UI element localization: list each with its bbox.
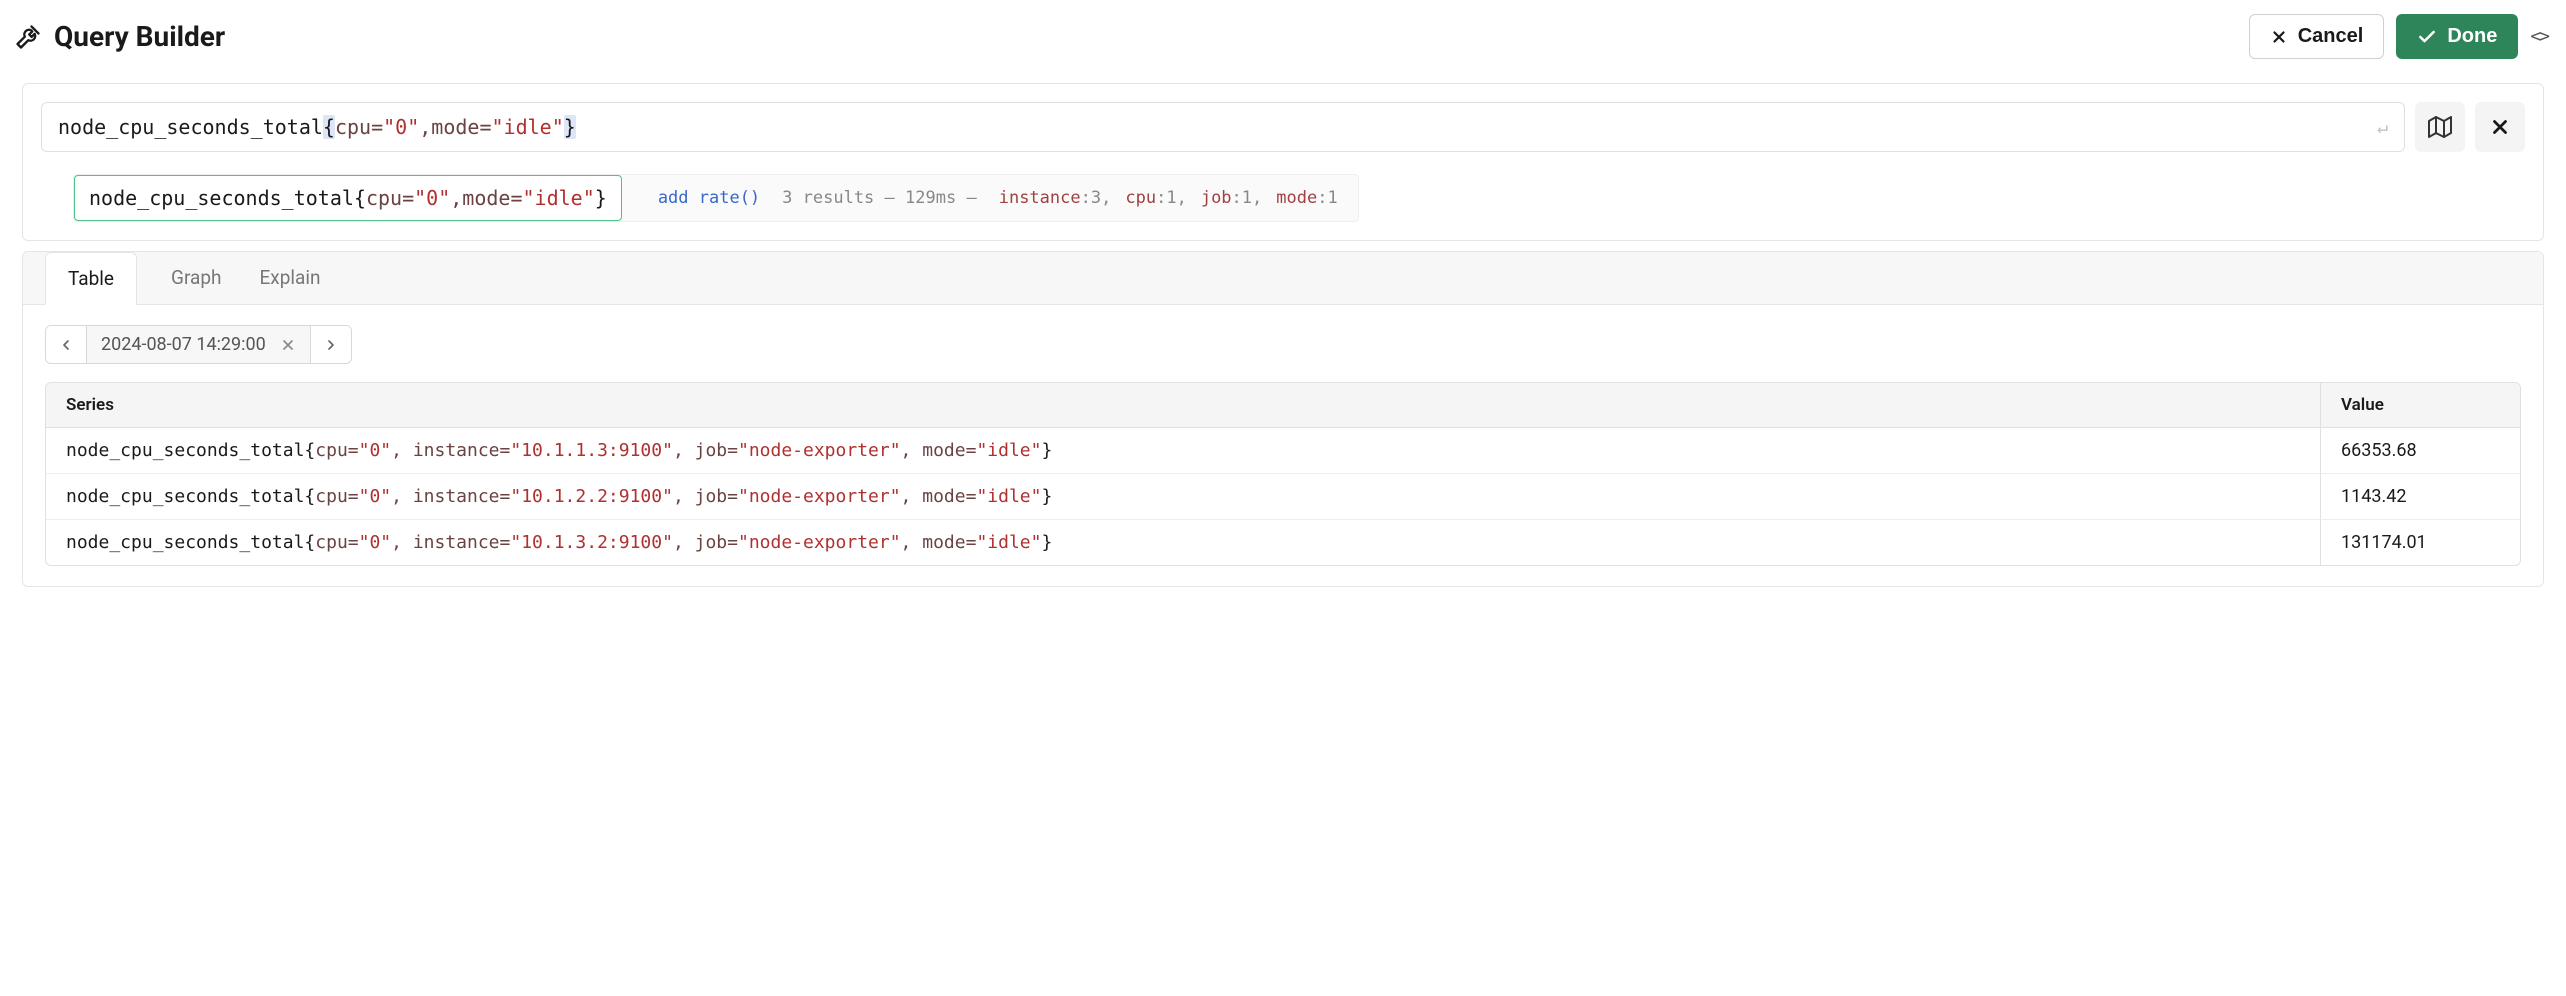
label-count: cpu:1, [1125, 188, 1186, 208]
query-expression: node_cpu_seconds_total{cpu="0",mode="idl… [58, 115, 576, 139]
query-section: node_cpu_seconds_total{cpu="0",mode="idl… [22, 83, 2544, 241]
value-cell: 1143.42 [2320, 474, 2520, 520]
value-cell: 131174.01 [2320, 520, 2520, 565]
date-value: 2024-08-07 14:29:00 [101, 334, 266, 355]
table-row: node_cpu_seconds_total{cpu="0", instance… [46, 428, 2520, 474]
cancel-label: Cancel [2298, 25, 2364, 48]
header-left: Query Builder [14, 20, 225, 53]
col-series: Series [46, 383, 2320, 428]
tab-explain[interactable]: Explain [255, 252, 324, 304]
label-count: job:1, [1201, 188, 1262, 208]
subquery-chip[interactable]: node_cpu_seconds_total{cpu="0",mode="idl… [74, 175, 622, 221]
label-counts: instance:3, cpu:1, job:1, mode:1 [999, 188, 1338, 208]
date-nav: 2024-08-07 14:29:00 [45, 325, 352, 364]
date-next-button[interactable] [311, 326, 351, 363]
series-cell: node_cpu_seconds_total{cpu="0", instance… [46, 520, 2320, 565]
enter-icon: ↵ [2377, 117, 2388, 138]
check-icon [2417, 27, 2437, 47]
date-clear-button[interactable] [280, 337, 296, 353]
query-input[interactable]: node_cpu_seconds_total{cpu="0",mode="idl… [41, 102, 2405, 152]
results-body: 2024-08-07 14:29:00 Series Value node_cp… [23, 305, 2543, 586]
series-cell: node_cpu_seconds_total{cpu="0", instance… [46, 474, 2320, 520]
tools-icon [14, 23, 42, 51]
done-label: Done [2447, 25, 2497, 48]
tab-table[interactable]: Table [45, 252, 137, 305]
tabs: Table Graph Explain [23, 252, 2543, 305]
table-row: node_cpu_seconds_total{cpu="0", instance… [46, 520, 2520, 565]
subquery-row: node_cpu_seconds_total{cpu="0",mode="idl… [41, 174, 2525, 222]
code-toggle-icon[interactable]: <> [2530, 26, 2548, 47]
results-summary: 3 results – 129ms – [782, 188, 977, 208]
results-section: Table Graph Explain 2024-08-07 14:29:00 Se… [22, 251, 2544, 587]
query-row: node_cpu_seconds_total{cpu="0",mode="idl… [41, 102, 2525, 152]
label-count: instance:3, [999, 188, 1112, 208]
map-button[interactable] [2415, 102, 2465, 152]
done-button[interactable]: Done [2396, 14, 2518, 59]
header-actions: Cancel Done <> [2249, 14, 2548, 59]
results-table: Series Value node_cpu_seconds_total{cpu=… [45, 382, 2521, 566]
series-cell: node_cpu_seconds_total{cpu="0", instance… [46, 428, 2320, 474]
label-count: mode:1 [1276, 188, 1337, 208]
header: Query Builder Cancel Done <> [0, 0, 2566, 73]
col-value: Value [2320, 383, 2520, 428]
subquery-meta: add rate() 3 results – 129ms – instance:… [658, 188, 1338, 208]
date-prev-button[interactable] [46, 326, 86, 363]
date-field[interactable]: 2024-08-07 14:29:00 [86, 326, 311, 363]
close-icon [2270, 28, 2288, 46]
tab-graph[interactable]: Graph [167, 252, 225, 304]
subquery-box: node_cpu_seconds_total{cpu="0",mode="idl… [73, 174, 1359, 222]
cancel-button[interactable]: Cancel [2249, 14, 2385, 59]
clear-query-button[interactable] [2475, 102, 2525, 152]
add-rate-link[interactable]: add rate() [658, 188, 760, 208]
page-title: Query Builder [54, 20, 225, 53]
value-cell: 66353.68 [2320, 428, 2520, 474]
table-row: node_cpu_seconds_total{cpu="0", instance… [46, 474, 2520, 520]
